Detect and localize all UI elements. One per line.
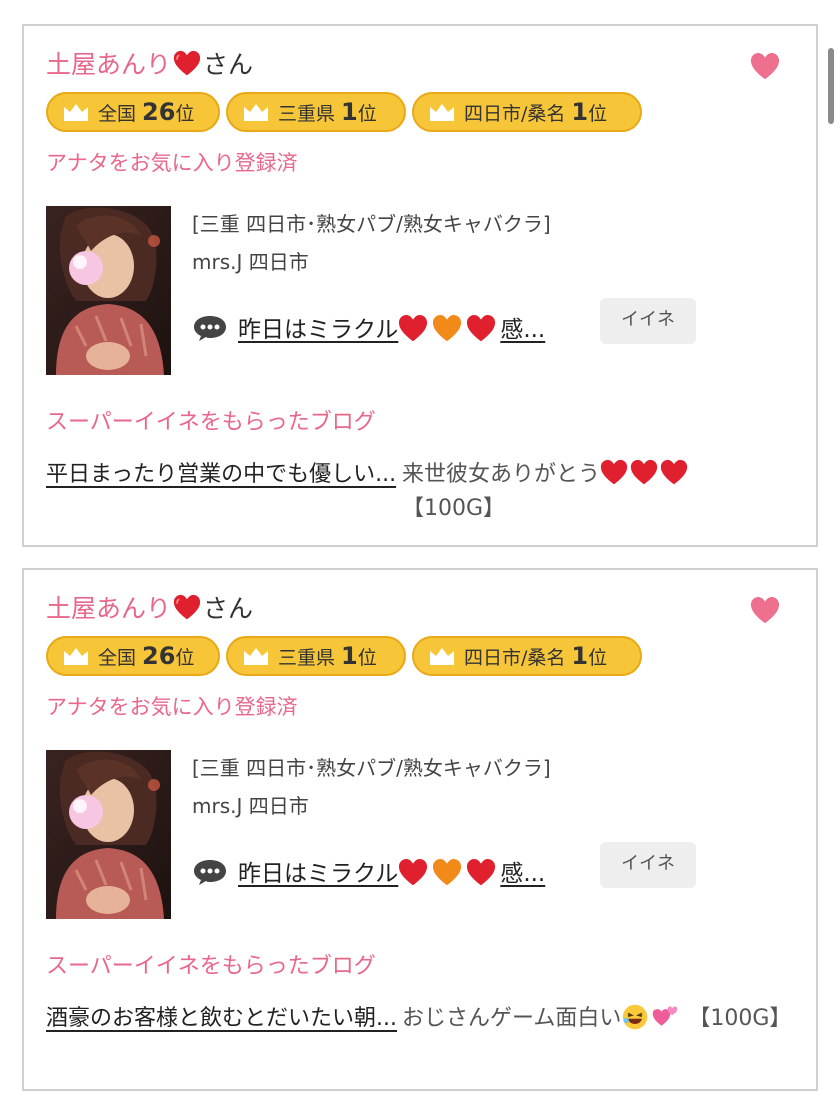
badge-rank: 1: [571, 642, 589, 670]
shop-genre: [三重 四日市･熟女パブ/熟女キャバクラ]: [192, 756, 551, 780]
cast-name-row[interactable]: 土屋あんり さん: [46, 592, 253, 626]
ranking-badge-national[interactable]: 全国 26位: [46, 636, 220, 676]
red-heart-emoji-icon: [630, 459, 658, 485]
orange-heart-emoji-icon: [433, 858, 462, 886]
scrollbar[interactable]: [828, 48, 834, 124]
red-heart-emoji-icon: [173, 50, 201, 76]
badge-area: 三重県: [278, 647, 336, 669]
red-heart-emoji-icon: [467, 314, 496, 342]
chat-bubble-icon: [194, 860, 226, 885]
shop-genre: [三重 四日市･熟女パブ/熟女キャバクラ]: [192, 212, 551, 236]
badge-area: 全国: [98, 647, 137, 669]
favorite-card: 土屋あんり さん 全国 26位 三重県 1位 四日市/桑名 1位 アナタをお気に入り登録…: [22, 568, 818, 1091]
badge-area: 四日市/桑名: [464, 647, 566, 669]
red-heart-emoji-icon: [600, 459, 628, 485]
blog-comment-text: 来世彼女ありがとう: [402, 462, 601, 487]
badge-rank: 1: [341, 98, 358, 126]
comment-link[interactable]: 昨日はミラクル 感...: [238, 314, 546, 343]
favorite-card: 土屋あんり さん 全国 26位 三重県 1位 四日市/桑名 1位 アナタをお気に入り登録…: [22, 24, 818, 547]
favorite-status-text: アナタをお気に入り登録済: [46, 695, 298, 719]
red-heart-emoji-icon: [399, 314, 428, 342]
badge-unit: 位: [357, 103, 377, 125]
ranking-badge-prefecture[interactable]: 三重県 1位: [226, 636, 406, 676]
badge-area: 全国: [98, 103, 137, 125]
crown-icon: [244, 648, 268, 665]
blog-comment-points: 【100G】: [402, 496, 506, 521]
crown-icon: [430, 648, 454, 665]
badge-rank: 1: [341, 642, 358, 670]
iine-button[interactable]: イイネ: [600, 298, 696, 344]
badge-rank: 1: [571, 98, 589, 126]
red-heart-emoji-icon: [173, 594, 201, 620]
super-iine-label: スーパーイイネをもらったブログ: [46, 954, 376, 979]
cast-photo[interactable]: [46, 206, 171, 375]
ranking-badge-area[interactable]: 四日市/桑名 1位: [412, 636, 642, 676]
latest-comment[interactable]: 昨日はミラクル 感...: [192, 854, 545, 890]
favorite-status-text: アナタをお気に入り登録済: [46, 151, 298, 175]
honorific-suffix: さん: [203, 50, 254, 79]
ranking-badge-national[interactable]: 全国 26位: [46, 92, 220, 132]
badge-rank: 26: [142, 98, 176, 126]
badge-unit: 位: [357, 647, 377, 669]
cast-name[interactable]: 土屋あんり: [46, 50, 171, 79]
shop-name[interactable]: mrs.J 四日市: [192, 792, 309, 820]
honorific-suffix: さん: [203, 594, 254, 623]
orange-heart-emoji-icon: [433, 314, 462, 342]
badge-unit: 位: [175, 647, 195, 669]
badge-area: 四日市/桑名: [464, 103, 566, 125]
latest-comment[interactable]: 昨日はミラクル 感...: [192, 310, 545, 346]
badge-unit: 位: [175, 103, 195, 125]
ranking-badges: 全国 26位 三重県 1位 四日市/桑名 1位: [46, 92, 648, 132]
ranking-badge-prefecture[interactable]: 三重県 1位: [226, 92, 406, 132]
ranking-badges: 全国 26位 三重県 1位 四日市/桑名 1位: [46, 636, 648, 676]
blog-title-link[interactable]: 平日まったり営業の中でも優しい...: [46, 458, 398, 492]
blog-title-link[interactable]: 酒豪のお客様と飲むとだいたい朝...: [46, 1002, 398, 1036]
two-hearts-emoji-icon: [653, 1006, 678, 1026]
blog-comment-points: 【100G】: [688, 1006, 792, 1031]
comment-text-start: 昨日はミラクル: [238, 861, 399, 887]
red-heart-emoji-icon: [467, 858, 496, 886]
red-heart-emoji-icon: [660, 459, 688, 485]
comment-text-end: 感...: [500, 861, 546, 887]
cast-name[interactable]: 土屋あんり: [46, 594, 171, 623]
iine-button[interactable]: イイネ: [600, 842, 696, 888]
badge-rank: 26: [142, 642, 176, 670]
crown-icon: [64, 104, 88, 121]
chat-bubble-icon: [194, 316, 226, 341]
comment-text-end: 感...: [500, 317, 546, 343]
super-iine-label: スーパーイイネをもらったブログ: [46, 410, 376, 435]
ranking-badge-area[interactable]: 四日市/桑名 1位: [412, 92, 642, 132]
comment-link[interactable]: 昨日はミラクル 感...: [238, 858, 546, 887]
comment-text-start: 昨日はミラクル: [238, 317, 399, 343]
blog-comment: おじさんゲーム面白い 【100G】: [402, 1002, 798, 1036]
blog-comment: 来世彼女ありがとう 【100G】: [402, 458, 798, 526]
favorite-heart-icon[interactable]: [750, 596, 780, 626]
badge-area: 三重県: [278, 103, 336, 125]
cast-photo[interactable]: [46, 750, 171, 919]
favorite-heart-icon[interactable]: [750, 52, 780, 82]
badge-unit: 位: [588, 647, 608, 669]
crown-icon: [244, 104, 268, 121]
blog-comment-text: おじさんゲーム面白い: [402, 1006, 622, 1031]
crown-icon: [430, 104, 454, 121]
laughing-emoji-icon: [623, 1004, 648, 1030]
cast-name-row[interactable]: 土屋あんり さん: [46, 48, 253, 82]
badge-unit: 位: [588, 103, 608, 125]
crown-icon: [64, 648, 88, 665]
red-heart-emoji-icon: [399, 858, 428, 886]
shop-name[interactable]: mrs.J 四日市: [192, 248, 309, 276]
